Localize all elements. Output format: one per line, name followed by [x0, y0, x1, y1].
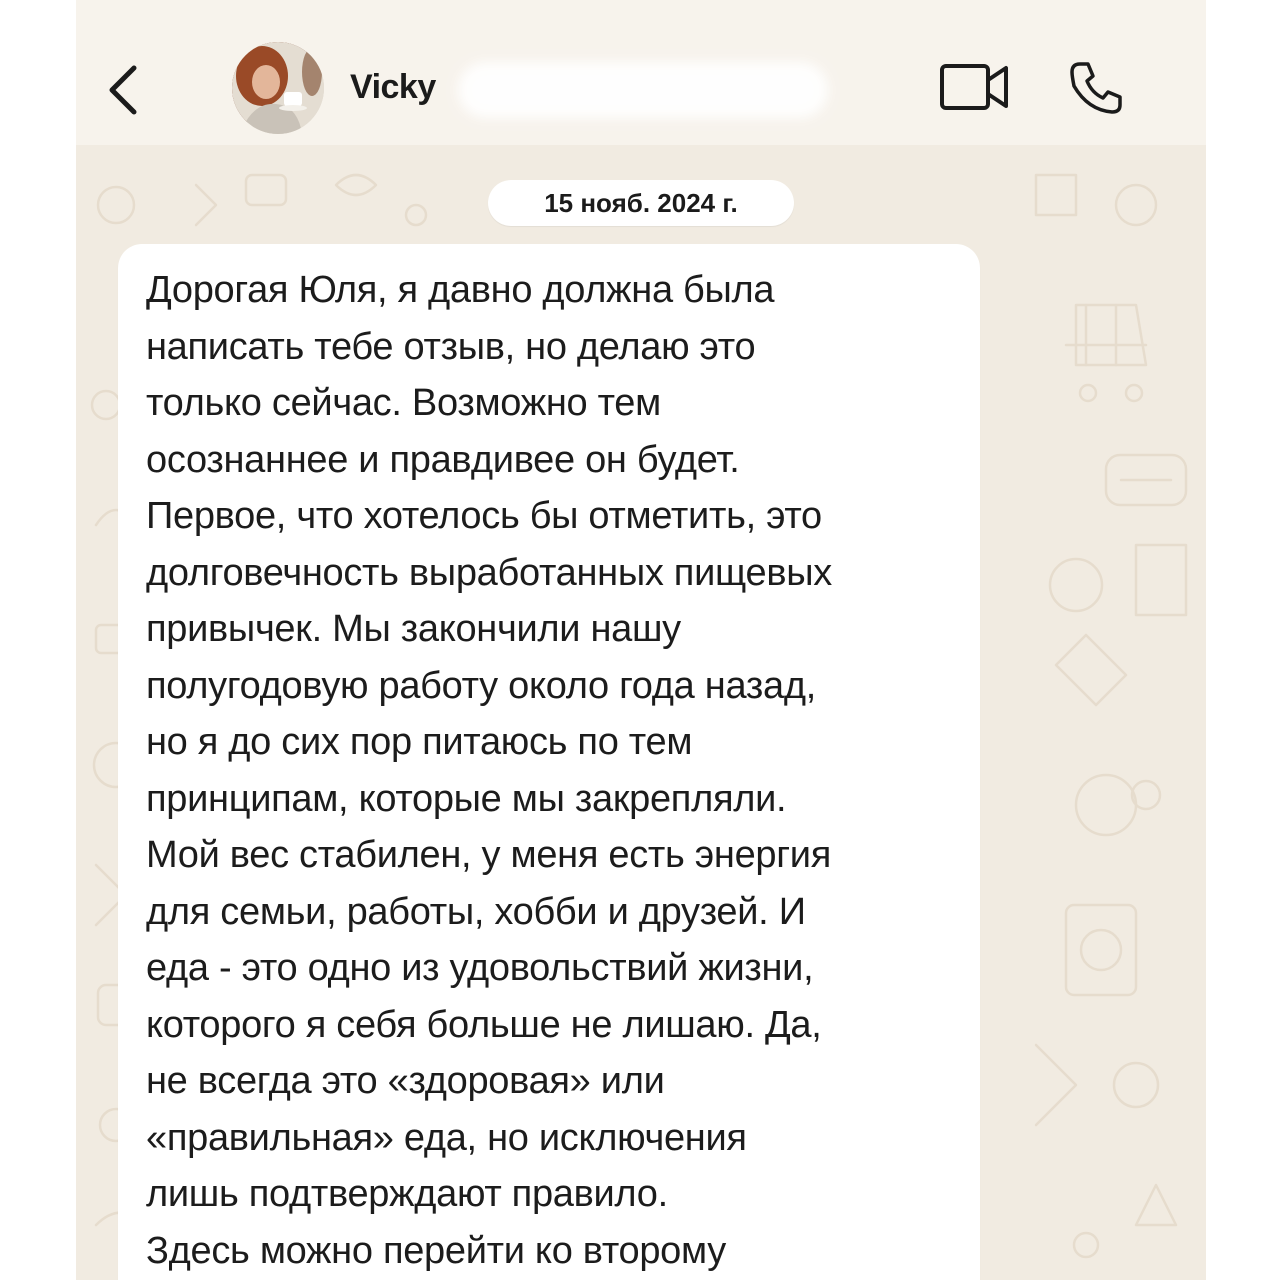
message-line: «правильная» еда, но исключения	[146, 1116, 747, 1159]
message-line: еда - это одно из удовольствий жизни,	[146, 947, 814, 989]
date-separator: 15 нояб. 2024 г.	[488, 180, 794, 226]
message-line: которого я себя больше не лишаю. Да,	[146, 1003, 822, 1046]
message-line: осознаннее и правдивее он будет.	[146, 438, 740, 481]
message-line: Мой вес стабилен, у меня есть энергия	[146, 834, 831, 876]
message-line: лишь подтверждают правило.	[146, 1173, 668, 1215]
message-line: Первое, что хотелось бы отметить, это	[146, 495, 822, 537]
message-line: Дорогая Юля, я давно должна была	[146, 269, 775, 311]
message-line: принципам, которые мы закрепляли.	[146, 777, 787, 820]
redacted-name-overlay	[458, 62, 828, 118]
message-line: привычек. Мы закончили нашу	[146, 608, 681, 650]
phone-icon	[1070, 62, 1122, 114]
video-call-button[interactable]	[938, 60, 1010, 114]
chat-screen: Vicky 15 нояб. 2024 г. Дорогая Юля, я да…	[76, 0, 1206, 1280]
profile-photo	[232, 42, 324, 134]
message-line: долговечность выработанных пищевых	[146, 551, 832, 594]
message-bubble[interactable]: Дорогая Юля, я давно должна была написат…	[118, 244, 980, 1280]
message-line: только сейчас. Возможно тем	[146, 382, 661, 424]
chat-header: Vicky	[76, 0, 1206, 145]
message-text: Дорогая Юля, я давно должна была написат…	[146, 262, 954, 1279]
voice-call-button[interactable]	[1066, 58, 1126, 118]
message-line: для семьи, работы, хобби и друзей. И	[146, 890, 806, 933]
message-line: но я до сих пор питаюсь по тем	[146, 721, 693, 763]
back-button[interactable]	[104, 60, 144, 120]
message-line: не всегда это «здоровая» или	[146, 1060, 665, 1102]
avatar[interactable]	[232, 42, 324, 134]
video-camera-icon	[940, 64, 1008, 110]
contact-name[interactable]: Vicky	[350, 68, 436, 107]
message-line: полугодовую работу около года назад,	[146, 664, 816, 707]
message-line: написать тебе отзыв, но делаю это	[146, 325, 756, 368]
chevron-left-icon	[109, 65, 137, 115]
message-line: Здесь можно перейти ко второму	[146, 1229, 726, 1272]
